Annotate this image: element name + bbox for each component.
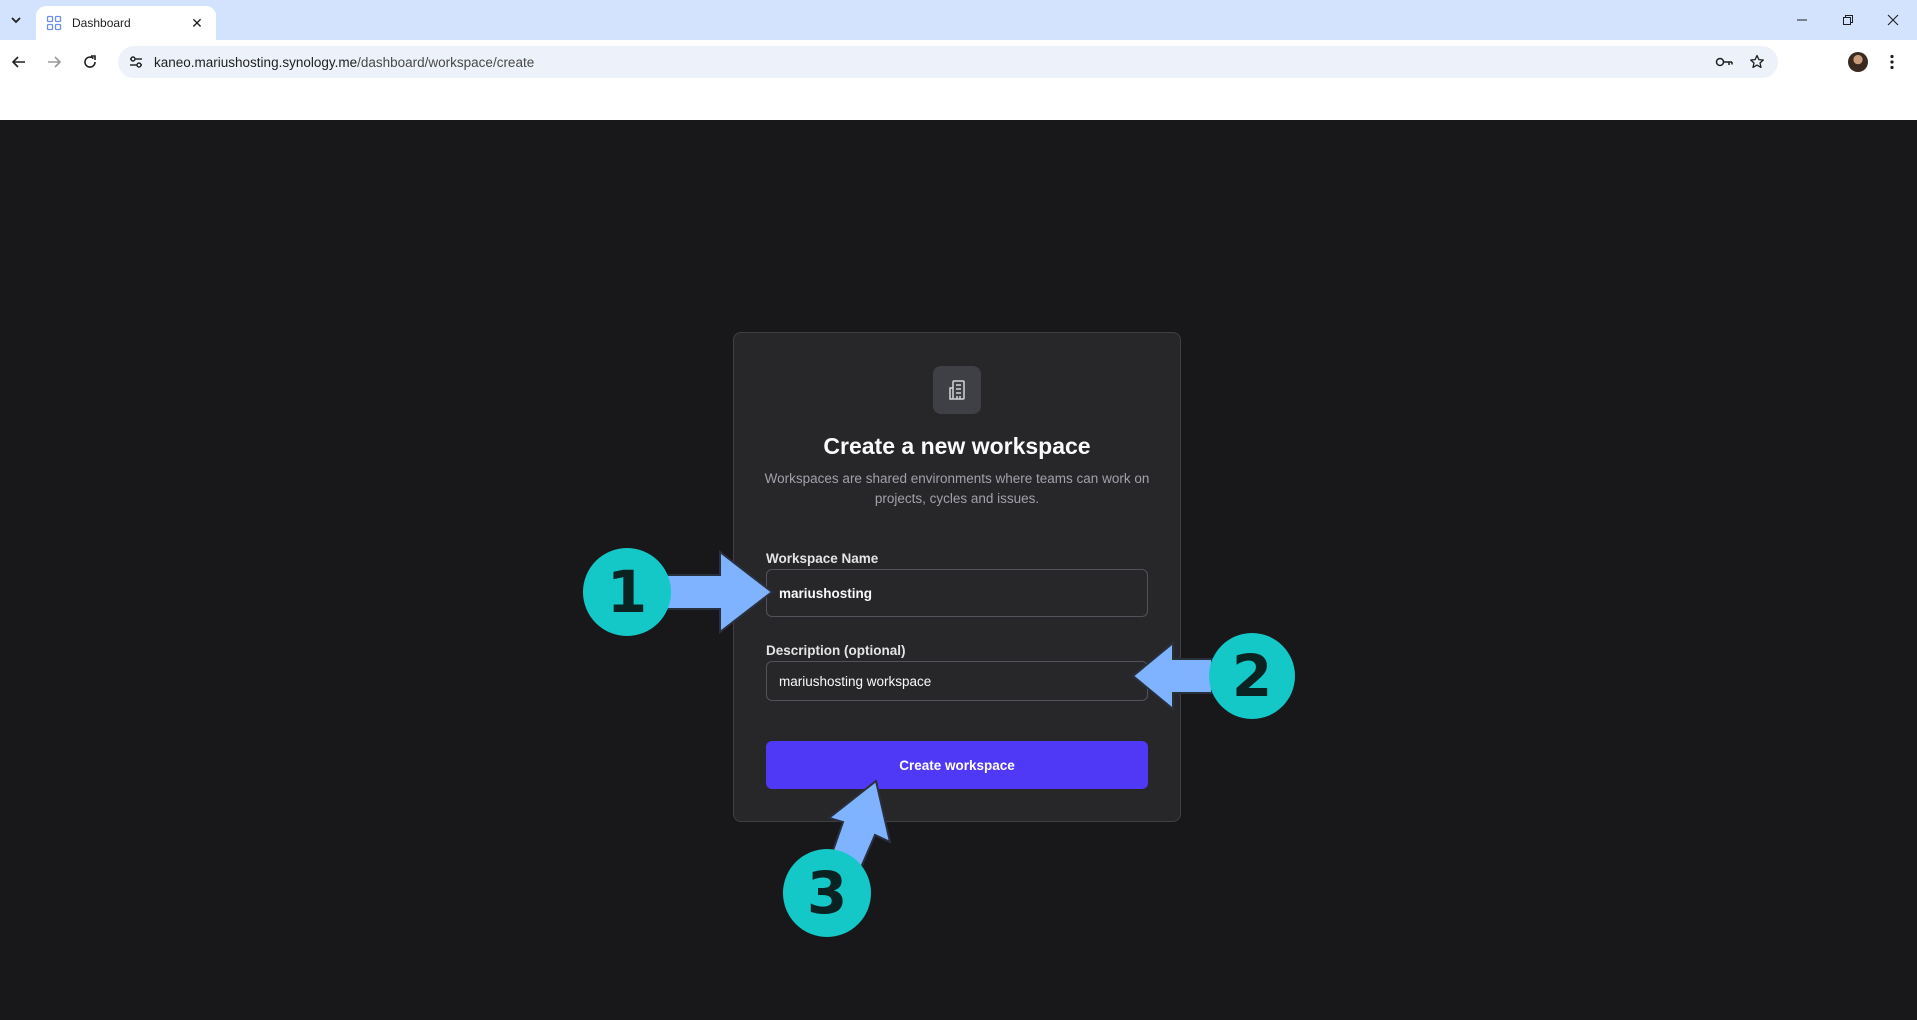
description-label: Description (optional) [766, 643, 906, 658]
arrow-right-icon [48, 56, 62, 68]
url-text: kaneo.mariushosting.synology.me/dashboar… [154, 55, 1714, 70]
browser-tab[interactable]: Dashboard ✕ [36, 6, 216, 40]
description-field[interactable] [766, 661, 1148, 701]
restore-button[interactable] [1830, 6, 1866, 34]
url-host: kaneo.mariushosting.synology.me [154, 54, 358, 70]
dashboard-grid-icon [46, 15, 62, 31]
workspace-name-field[interactable] [766, 569, 1148, 617]
minimize-button[interactable] [1784, 6, 1820, 34]
create-workspace-button[interactable]: Create workspace [766, 741, 1148, 789]
reload-button[interactable] [76, 48, 104, 76]
restore-icon [1843, 15, 1853, 25]
chevron-down-icon [11, 17, 21, 24]
workspace-name-input[interactable] [779, 585, 1135, 601]
page-title: Create a new workspace [823, 433, 1091, 459]
browser-menu-button[interactable] [1882, 52, 1902, 72]
tab-title: Dashboard [72, 16, 131, 30]
profile-avatar[interactable] [1848, 52, 1868, 72]
minimize-icon [1797, 19, 1807, 21]
close-icon[interactable]: ✕ [188, 14, 206, 32]
page-top-strip [0, 84, 1917, 120]
reload-icon [84, 55, 96, 68]
site-settings-icon[interactable] [126, 52, 146, 72]
address-bar[interactable]: kaneo.mariushosting.synology.me/dashboar… [118, 46, 1778, 78]
description-input[interactable] [779, 673, 1135, 689]
workspace-name-label: Workspace Name [766, 551, 879, 566]
url-path: /dashboard/workspace/create [357, 54, 535, 70]
close-icon [1887, 14, 1899, 26]
arrow-left-icon [11, 56, 25, 68]
bookmark-star-icon[interactable] [1746, 51, 1768, 73]
tab-search-button[interactable] [4, 8, 28, 32]
create-workspace-card: Create a new workspace Workspaces are sh… [733, 332, 1181, 822]
window-close-button[interactable] [1875, 6, 1911, 34]
browser-toolbar: kaneo.mariushosting.synology.me/dashboar… [0, 40, 1917, 84]
browser-tab-bar: Dashboard ✕ [0, 0, 1917, 40]
forward-button[interactable] [40, 48, 68, 76]
more-vertical-icon [1890, 54, 1894, 70]
card-description: Workspaces are shared environments where… [764, 471, 1150, 506]
building-icon [933, 366, 981, 414]
password-key-icon[interactable] [1714, 51, 1736, 73]
back-button[interactable] [5, 48, 33, 76]
